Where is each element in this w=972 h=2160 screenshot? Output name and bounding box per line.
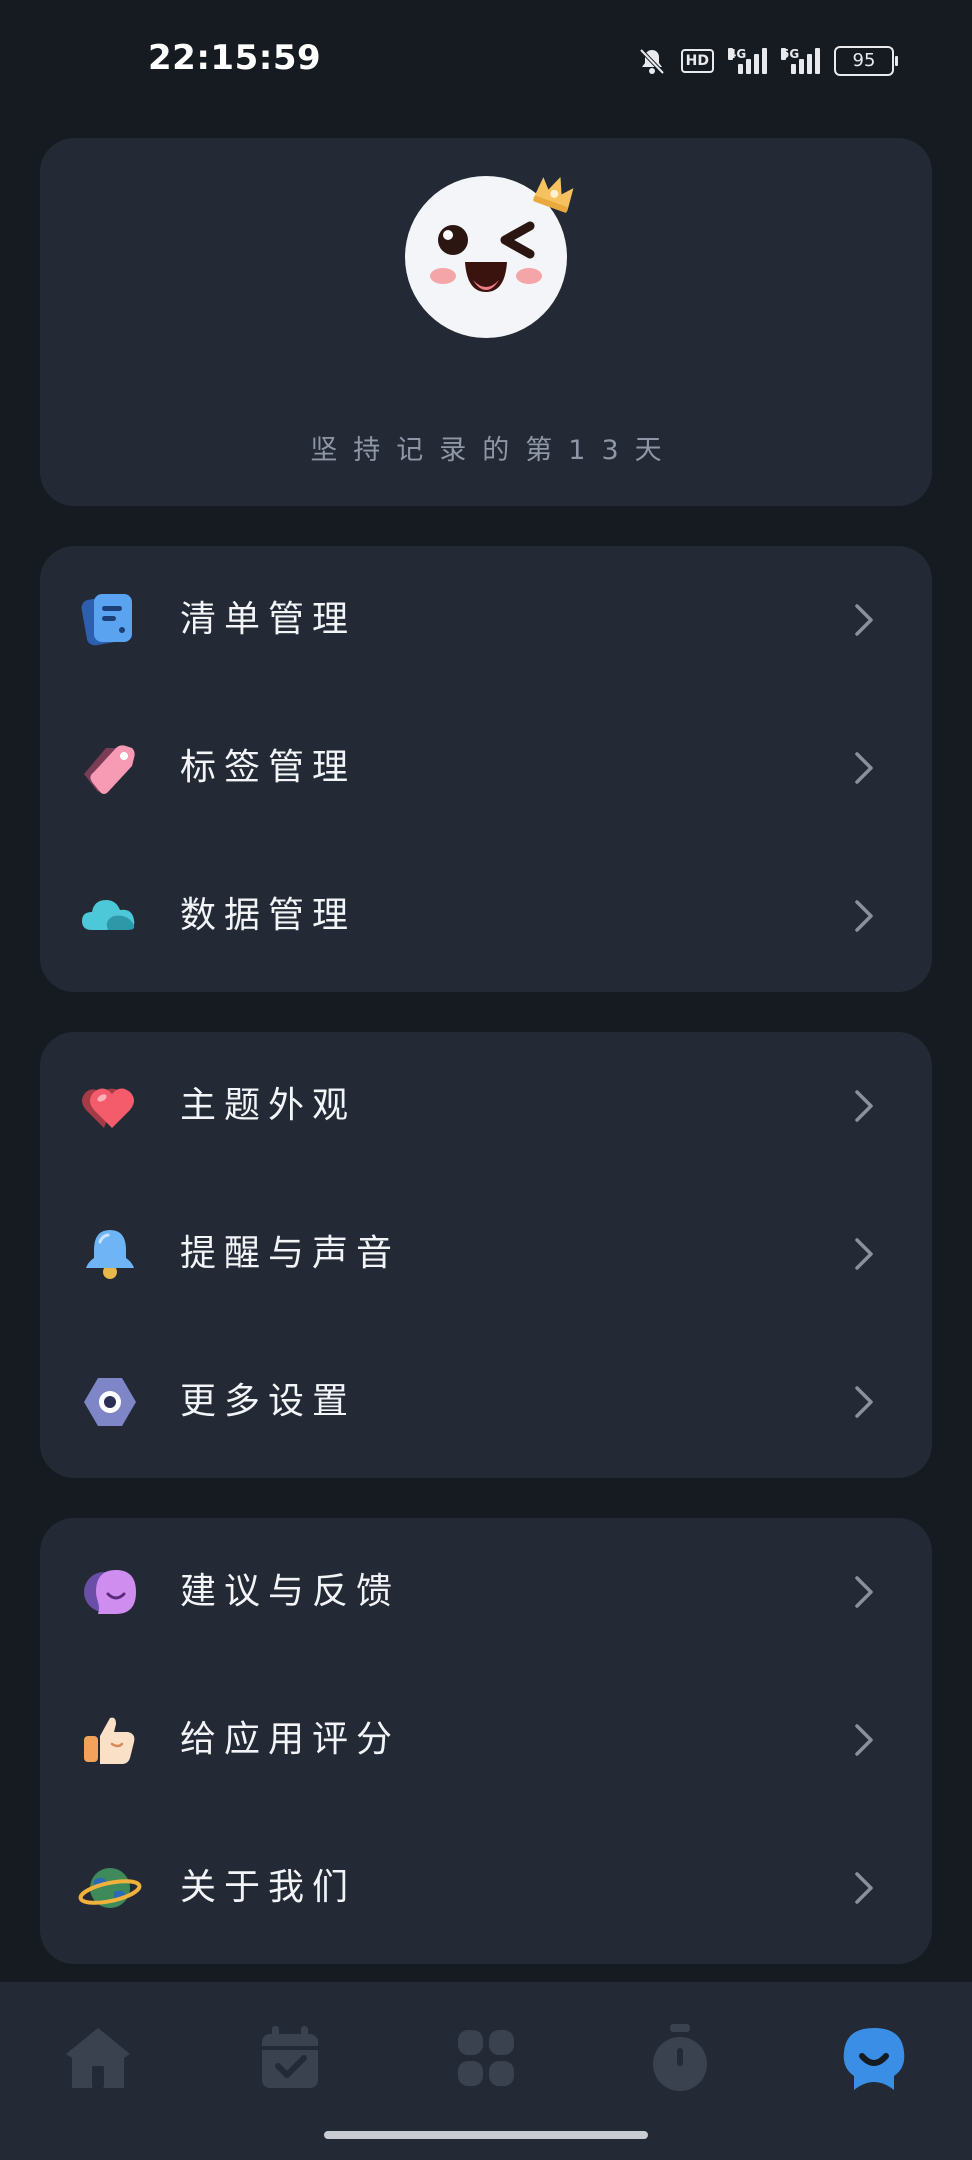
menu-item-label: 建议与反馈	[180, 1571, 401, 1612]
menu-group-about: 建议与反馈 给应用评分 关于我们	[40, 1518, 932, 1964]
menu-item-list-manage[interactable]: 清单管理	[40, 546, 932, 694]
tab-calendar[interactable]	[250, 2018, 330, 2098]
thumbs-up-icon	[84, 1717, 135, 1764]
status-time: 22:15:59	[148, 38, 322, 78]
battery-indicator: 95	[834, 46, 898, 76]
menu-item-tag-manage[interactable]: 标签管理	[40, 694, 932, 842]
menu-item-reminder-sound[interactable]: 提醒与声音	[40, 1180, 932, 1328]
menu-item-label: 提醒与声音	[180, 1233, 401, 1274]
tab-grid[interactable]	[446, 2018, 526, 2098]
chevron-right-icon	[855, 1238, 873, 1270]
chevron-right-icon	[855, 752, 873, 784]
menu-item-data-manage[interactable]: 数据管理	[40, 842, 932, 990]
cloud-icon	[82, 900, 135, 930]
calendar-icon	[262, 2026, 318, 2088]
menu-item-label: 给应用评分	[180, 1719, 401, 1760]
menu-item-theme[interactable]: 主题外观	[40, 1032, 932, 1180]
menu-group-settings: 主题外观 提醒与声音 更多设置	[40, 1032, 932, 1478]
avatar[interactable]	[405, 176, 575, 346]
tag-icon	[84, 745, 135, 794]
menu-item-rate-app[interactable]: 给应用评分	[40, 1666, 932, 1814]
menu-item-feedback[interactable]: 建议与反馈	[40, 1518, 932, 1666]
signal-4g-icon: 4G	[728, 48, 767, 74]
menu-item-about-us[interactable]: 关于我们	[40, 1814, 932, 1962]
chevron-right-icon	[855, 1872, 873, 1904]
timer-icon	[653, 2024, 707, 2091]
menu-group-manage: 清单管理 标签管理 数据管理	[40, 546, 932, 992]
home-icon	[66, 2028, 130, 2088]
tab-profile[interactable]	[834, 2018, 914, 2098]
chevron-right-icon	[855, 604, 873, 636]
menu-item-label: 关于我们	[180, 1867, 357, 1908]
chevron-right-icon	[855, 1724, 873, 1756]
chat-bubble-icon	[84, 1570, 136, 1614]
menu-item-label: 标签管理	[180, 747, 357, 788]
profile-card: 坚持记录的第13天	[40, 138, 932, 506]
chevron-right-icon	[855, 1576, 873, 1608]
profile-icon	[843, 2028, 905, 2090]
chevron-right-icon	[855, 1386, 873, 1418]
menu-item-label: 更多设置	[180, 1381, 357, 1422]
tab-timer[interactable]	[640, 2018, 720, 2098]
menu-item-label: 数据管理	[180, 895, 357, 936]
home-indicator[interactable]	[324, 2131, 648, 2139]
menu-item-label: 清单管理	[180, 599, 357, 640]
hex-nut-icon	[84, 1378, 136, 1426]
hd-indicator: HD	[680, 49, 714, 73]
menu-item-more-settings[interactable]: 更多设置	[40, 1328, 932, 1476]
grid-icon	[458, 2030, 514, 2086]
checklist-icon	[81, 594, 132, 646]
bell-icon	[86, 1230, 134, 1279]
streak-text: 坚持记录的第13天	[310, 435, 678, 466]
tab-home[interactable]	[58, 2018, 138, 2098]
signal-5g-icon: 5G	[781, 48, 820, 74]
chevron-right-icon	[855, 900, 873, 932]
status-bar: 22:15:59 HD 4G 5G 95	[0, 0, 972, 124]
menu-item-label: 主题外观	[180, 1085, 357, 1126]
chevron-right-icon	[855, 1090, 873, 1122]
heart-icon	[82, 1088, 134, 1128]
mute-bell-icon	[639, 48, 665, 75]
status-icons: HD 4G 5G 95	[637, 46, 898, 76]
planet-icon	[78, 1868, 142, 1908]
